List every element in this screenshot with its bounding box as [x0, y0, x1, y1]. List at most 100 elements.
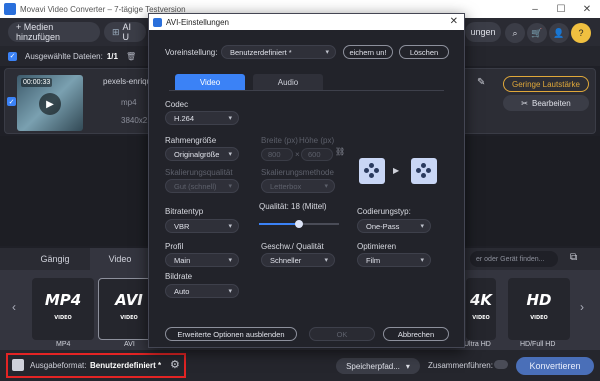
height-input[interactable]: 600 [301, 148, 333, 161]
user-icon[interactable]: 👤 [549, 23, 569, 43]
avi-logo-sub: VIDEO [120, 315, 138, 321]
format-card-hd[interactable]: HD VIDEO [508, 278, 570, 340]
search-icon[interactable]: ⌕ [505, 23, 525, 43]
scaling-method-select[interactable]: Letterbox ▾ [261, 179, 335, 193]
tab-divider [169, 90, 444, 91]
preset-select[interactable]: Benutzerdefiniert * ▾ [221, 45, 336, 59]
scaling-method-label: Skalierungsmethode [261, 168, 334, 177]
scroll-right-icon[interactable]: › [580, 300, 584, 314]
speed-quality-label: Geschw./ Qualität [261, 242, 324, 251]
aspect-source-icon [359, 158, 385, 184]
add-media-button[interactable]: + Medien hinzufügen [8, 22, 100, 42]
scissors-icon: ✂ [521, 98, 528, 108]
play-icon[interactable]: ▶ [39, 93, 61, 115]
dialog-close-icon[interactable]: ✕ [450, 16, 458, 27]
save-path-dropdown[interactable]: Speicherpfad... ▾ [336, 358, 420, 374]
chevron-down-icon: ▾ [228, 115, 232, 122]
chevron-down-icon: ▾ [228, 288, 232, 295]
output-format-highlight [6, 353, 186, 378]
settings-partial-button[interactable]: ungen [465, 22, 501, 42]
framerate-label: Bildrate [165, 272, 193, 281]
4k-logo-sub: VIDEO [472, 315, 490, 321]
encoding-type-select[interactable]: One-Pass ▾ [357, 219, 431, 233]
video-thumbnail[interactable]: 00:00:33 ▶ [17, 75, 83, 131]
device-detect-icon[interactable]: ⧉ [570, 252, 577, 263]
maximize-icon[interactable]: ☐ [548, 0, 574, 18]
quality-slider-knob[interactable] [295, 220, 303, 228]
chevron-down-icon: ▾ [324, 183, 328, 190]
tab-audio[interactable]: Audio [253, 74, 323, 90]
encoding-type-value: One-Pass [366, 221, 400, 231]
bitrate-type-value: VBR [174, 221, 190, 231]
dialog-app-icon [153, 17, 162, 27]
selected-files-count: 1/1 [106, 51, 118, 61]
save-preset-button[interactable]: eichern un! [343, 45, 393, 59]
format-label-ultrahd: Ultra HD [464, 341, 491, 348]
avi-logo: AVI [115, 291, 143, 309]
edit-button[interactable]: ✂ Bearbeiten [503, 95, 589, 111]
chevron-down-icon: ▾ [405, 361, 410, 371]
framesize-label: Rahmengröße [165, 136, 217, 145]
dialog-tabs: Video Audio [169, 74, 444, 90]
chevron-down-icon: ▾ [228, 183, 232, 190]
duration-badge: 00:00:33 [21, 78, 53, 87]
profile-select[interactable]: Main ▾ [165, 253, 239, 267]
scaling-method-value: Letterbox [270, 181, 302, 191]
ai-icon: ⊞ [112, 26, 120, 37]
optimize-select[interactable]: Film ▾ [357, 253, 431, 267]
ok-button[interactable]: OK [309, 327, 375, 341]
cart-icon[interactable]: 🛒 [527, 23, 547, 43]
select-all-checkbox[interactable]: ✓ [8, 51, 17, 61]
optimize-value: Film [366, 255, 381, 265]
cancel-button[interactable]: Abbrechen [383, 327, 449, 341]
width-input[interactable]: 800 [261, 148, 293, 161]
tab-video[interactable]: Video [175, 74, 245, 90]
window-controls: – ☐ ✕ [522, 0, 600, 18]
format-label-hd: HD/Full HD [520, 341, 556, 348]
mp4-logo: MP4 [44, 291, 82, 309]
speed-quality-select[interactable]: Schneller ▾ [261, 253, 335, 267]
convert-button[interactable]: Konvertieren [516, 357, 594, 375]
quality-slider[interactable] [259, 219, 339, 229]
chevron-down-icon: ▾ [420, 223, 424, 230]
bitrate-type-select[interactable]: VBR ▾ [165, 219, 239, 233]
edit-label: Bearbeiten [532, 98, 571, 108]
framesize-value: Originalgröße [174, 149, 220, 159]
format-card-4k[interactable]: 4K VIDEO [466, 278, 496, 340]
delete-preset-button[interactable]: Löschen [399, 45, 449, 59]
codec-select[interactable]: H.264 ▾ [165, 111, 239, 125]
close-icon[interactable]: ✕ [574, 0, 600, 18]
speed-quality-value: Schneller [270, 255, 302, 265]
scroll-left-icon[interactable]: ‹ [12, 300, 16, 314]
framesize-select[interactable]: Originalgröße ▾ [165, 147, 239, 161]
tab-video[interactable]: Video [90, 248, 150, 270]
minimize-icon[interactable]: – [522, 0, 548, 18]
scaling-quality-select[interactable]: Gut (schnell) ▾ [165, 179, 239, 193]
framerate-select[interactable]: Auto ▾ [165, 284, 239, 298]
ai-upscale-button[interactable]: ⊞ AI U [104, 22, 146, 42]
format-label-avi: AVI [124, 341, 135, 348]
chevron-down-icon: ▾ [324, 257, 328, 264]
help-icon[interactable]: ? [571, 23, 591, 43]
format-search-input[interactable]: er oder Gerät finden... [470, 251, 558, 267]
file-checkbox[interactable]: ✓ [7, 97, 16, 106]
advanced-options-button[interactable]: Erweiterte Optionen ausblenden [165, 327, 297, 341]
format-card-mp4[interactable]: MP4 VIDEO [32, 278, 94, 340]
profile-value: Main [174, 255, 191, 265]
preset-label: Voreinstellung: [165, 48, 218, 57]
scaling-quality-label: Skalierungsqualität [165, 168, 233, 177]
aspect-arrow-icon: ▶ [393, 166, 400, 175]
encoding-type-label: Codierungstyp: [357, 207, 411, 216]
times-sign: × [295, 150, 300, 159]
edit-pencil-icon[interactable]: ✎ [477, 77, 485, 88]
tab-common[interactable]: Gängig [30, 248, 80, 270]
file-format: mp4 [121, 98, 137, 107]
dialog-title-bar: AVI-Einstellungen ✕ [149, 14, 464, 30]
low-volume-button[interactable]: Geringe Lautstärke [503, 76, 589, 92]
link-ratio-icon[interactable]: ⛓ [335, 147, 345, 156]
trash-icon[interactable]: 🗑 [126, 52, 136, 61]
quality-slider-fill [259, 223, 299, 225]
codec-label: Codec [165, 100, 189, 109]
hd-logo: HD [526, 291, 552, 309]
merge-toggle[interactable] [494, 360, 508, 369]
